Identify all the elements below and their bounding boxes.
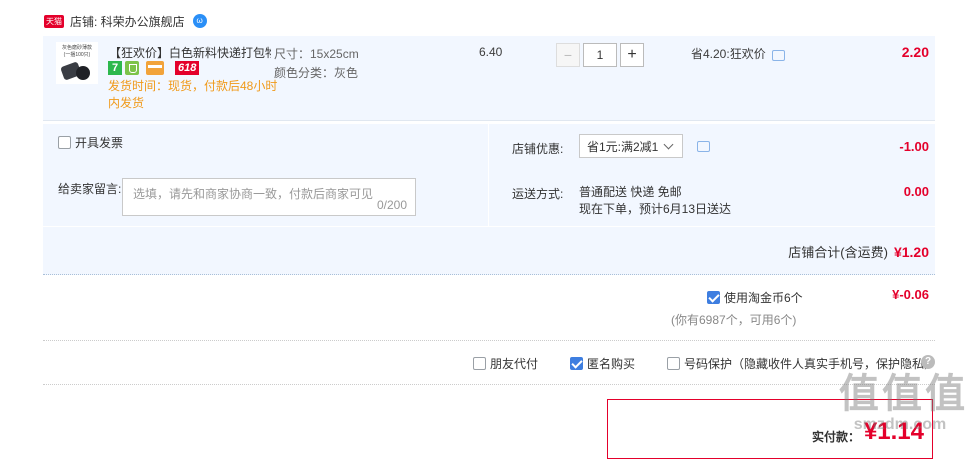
- message-textarea[interactable]: 选填，请先和商家协商一致，付款后商家可见 0/200: [122, 178, 416, 216]
- item-subtotal: 2.20: [901, 44, 929, 60]
- anonymous-checkbox[interactable]: [570, 357, 583, 370]
- friend-pay-label: 朋友代付: [490, 357, 539, 371]
- quantity-stepper: − 1 +: [556, 43, 644, 67]
- thumb-text-1: 灰色磨砂薄款: [61, 45, 92, 51]
- shop-name-link[interactable]: 店铺: 科荣办公旗舰店: [70, 13, 185, 30]
- friend-pay-option[interactable]: 朋友代付: [473, 355, 538, 372]
- shop-discount-value: 省1元:满2减1: [587, 139, 659, 154]
- quantity-increase-button[interactable]: +: [620, 43, 644, 67]
- guarantee-icon: [125, 61, 139, 75]
- coins-sub: (你有6987个，可用6个): [671, 313, 797, 327]
- shop-discount-select[interactable]: 省1元:满2减1: [579, 134, 683, 158]
- pay-summary-box: 实付款： ¥1.14: [607, 399, 933, 459]
- shop-total-amount: ¥1.20: [893, 243, 929, 260]
- delivery-method: 普通配送 快递 免邮 现在下单，预计6月13日送达: [579, 184, 731, 218]
- product-title-link[interactable]: 【狂欢价】白色新料快递打包物...: [109, 44, 271, 61]
- shipping-note-line-2: 内发货: [108, 96, 145, 110]
- shop-total-label: 店铺合计(含运费): [788, 245, 888, 260]
- message-label: 给卖家留言:: [58, 182, 122, 196]
- anonymous-label: 匿名购买: [587, 357, 636, 371]
- number-protect-option[interactable]: 号码保护（隐藏收件人真实手机号，保护隐私）: [667, 355, 936, 372]
- delivery-line-2: 现在下单，预计6月13日送达: [579, 202, 732, 216]
- delivery-amount: 0.00: [903, 184, 929, 199]
- number-protect-checkbox[interactable]: [667, 357, 680, 370]
- credit-card-icon: [146, 61, 164, 75]
- shop-header: 天猫 店铺: 科荣办公旗舰店 ω: [44, 12, 207, 30]
- panel-vertical-divider: [488, 124, 489, 226]
- pay-label: 实付款：: [811, 430, 860, 444]
- thumb-text-2: (一捆100只): [63, 52, 91, 58]
- spec-color: 颜色分类：灰色: [274, 66, 359, 80]
- shop-total: 店铺合计(含运费) ¥1.20: [788, 242, 929, 261]
- anonymous-option[interactable]: 匿名购买: [570, 355, 635, 372]
- message-placeholder: 选填，请先和商家协商一致，付款后商家可见: [133, 187, 374, 201]
- panel-horizontal-divider: [43, 226, 935, 227]
- promo-618-badge: 618: [175, 61, 200, 75]
- quantity-input[interactable]: 1: [583, 43, 617, 67]
- wangwang-chat-icon[interactable]: ω: [192, 14, 207, 28]
- tmall-badge: 天猫: [44, 14, 64, 28]
- service-badges: 7 618: [108, 61, 200, 75]
- discount-comment-icon[interactable]: [697, 141, 710, 152]
- invoice-checkbox[interactable]: [58, 136, 71, 149]
- chevron-down-icon: [663, 139, 674, 150]
- coins-checkbox[interactable]: [707, 291, 720, 304]
- coins-label: 使用淘金币6个: [724, 291, 803, 305]
- friend-pay-checkbox[interactable]: [473, 357, 486, 370]
- divider: [43, 340, 935, 341]
- coins-option[interactable]: 使用淘金币6个: [707, 289, 803, 306]
- quantity-decrease-button[interactable]: −: [556, 43, 580, 67]
- coins-amount: ¥-0.06: [892, 287, 929, 302]
- help-icon[interactable]: ?: [921, 355, 935, 369]
- shop-discount-label: 店铺优惠:: [512, 142, 564, 156]
- pay-amount: ¥1.14: [863, 418, 924, 445]
- invoice-label: 开具发票: [75, 136, 124, 150]
- shipping-note-line-1: 发货时间：现货，付款后48小时: [108, 79, 278, 93]
- unit-price: 6.40: [479, 45, 503, 59]
- bag-roll-image: [60, 60, 92, 81]
- seven-day-return-icon: 7: [108, 61, 122, 75]
- product-thumbnail[interactable]: 灰色磨砂薄款 (一捆100只): [56, 42, 98, 84]
- message-counter: 0/200: [376, 198, 407, 212]
- divider: [43, 384, 935, 385]
- delivery-label: 运送方式:: [512, 187, 564, 201]
- shop-discount-amount: -1.00: [899, 139, 929, 154]
- shipping-note: 发货时间：现货，付款后48小时 内发货: [108, 78, 277, 112]
- delivery-line-1: 普通配送 快递 免邮: [579, 185, 682, 199]
- item-discount: 省4.20:狂欢价: [691, 45, 785, 62]
- spec-size: 尺寸：15x25cm: [274, 47, 359, 61]
- invoice-option[interactable]: 开具发票: [58, 134, 123, 151]
- item-discount-text: 省4.20:狂欢价: [691, 47, 766, 61]
- number-protect-label: 号码保护（隐藏收件人真实手机号，保护隐私）: [684, 357, 937, 371]
- comment-icon[interactable]: [771, 50, 785, 61]
